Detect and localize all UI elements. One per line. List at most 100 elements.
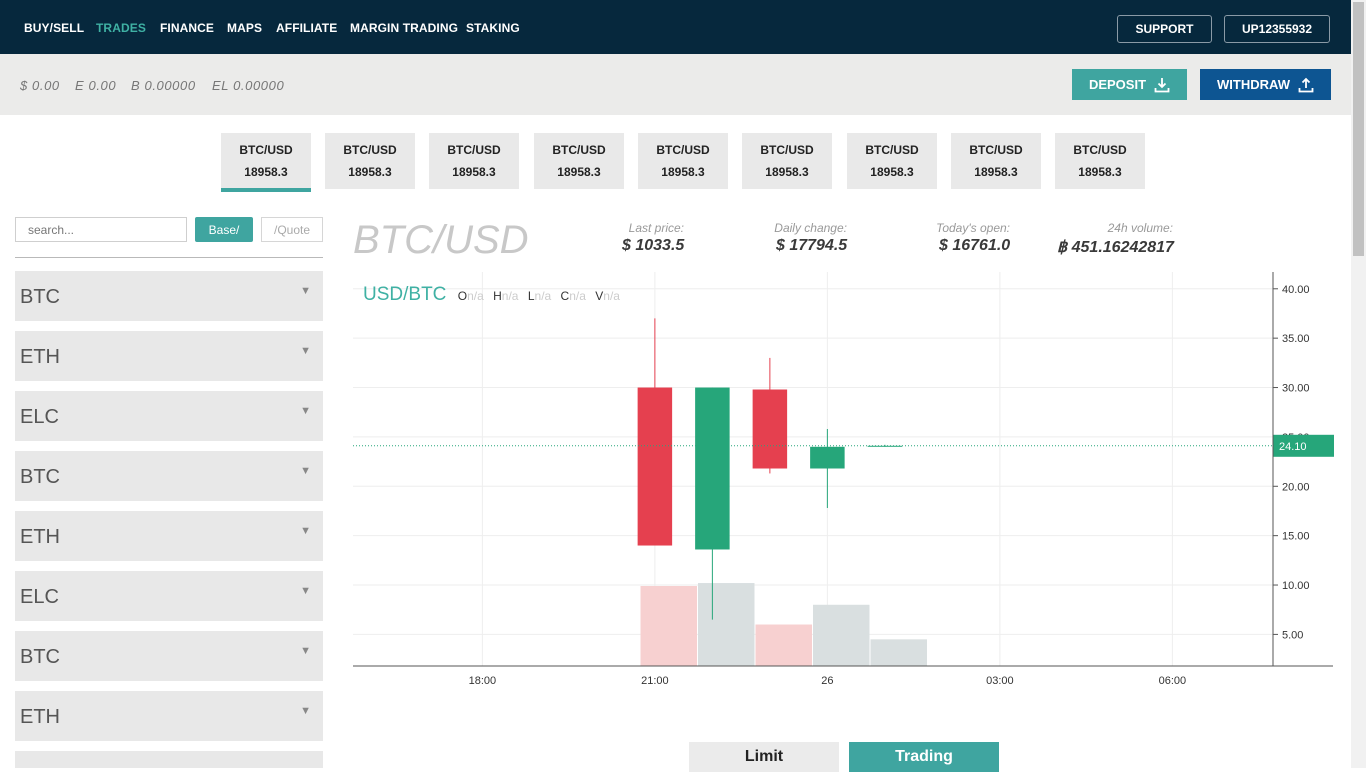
pair-tab-price: 18958.3: [348, 165, 392, 179]
pair-tab[interactable]: BTC/USD 18958.3: [429, 133, 519, 189]
pair-tab-name: BTC/USD: [1073, 143, 1127, 157]
pair-tab-price: 18958.3: [974, 165, 1018, 179]
coin-list-item[interactable]: BTC ▼: [15, 451, 323, 501]
coin-list-item[interactable]: [15, 751, 323, 768]
coin-list-item[interactable]: ETH ▼: [15, 331, 323, 381]
pair-tab-name: BTC/USD: [656, 143, 710, 157]
nav-item-staking[interactable]: STAKING: [466, 21, 520, 35]
pair-tab-name: BTC/USD: [447, 143, 501, 157]
pair-tab-price: 18958.3: [1078, 165, 1122, 179]
balance-bar: $ 0.00 E 0.00 B 0.00000 EL 0.00000 DEPOS…: [0, 54, 1351, 115]
chevron-down-icon: ▼: [300, 345, 311, 357]
volume-bar: [813, 604, 870, 666]
coin-list-item[interactable]: ETH ▼: [15, 511, 323, 561]
pair-tab[interactable]: BTC/USD 18958.3: [1055, 133, 1145, 189]
pair-tab[interactable]: BTC/USD 18958.3: [951, 133, 1041, 189]
pair-tab-price: 18958.3: [765, 165, 809, 179]
coin-label: BTC: [20, 286, 60, 308]
chart-legend-pair: USD/BTC: [363, 284, 447, 305]
market-pair-title: BTC/USD: [353, 218, 529, 262]
pair-tab[interactable]: BTC/USD 18958.3: [534, 133, 624, 189]
nav-item-buy-sell[interactable]: BUY/SELL: [24, 21, 84, 35]
price-chart[interactable]: 40.0035.0030.0025.0020.0015.0010.005.001…: [353, 272, 1334, 692]
chart-legend: USD/BTC On/a Hn/a Ln/a Cn/a Vn/a: [363, 284, 626, 306]
nav-item-finance[interactable]: FINANCE: [160, 21, 214, 35]
candle-body: [752, 389, 788, 469]
volume-bar: [698, 583, 755, 666]
current-price-label: 24.10: [1279, 441, 1307, 453]
chevron-down-icon: ▼: [300, 525, 311, 537]
x-axis-tick-label: 06:00: [1159, 675, 1187, 687]
scrollbar-thumb[interactable]: [1353, 2, 1364, 256]
pair-tab-name: BTC/USD: [865, 143, 919, 157]
coin-label: BTC: [20, 466, 60, 488]
pair-tab[interactable]: BTC/USD 18958.3: [325, 133, 415, 189]
pair-tab-price: 18958.3: [244, 165, 288, 179]
balance-elc: EL 0.00000: [212, 78, 285, 93]
y-axis-tick-label: 10.00: [1282, 580, 1310, 592]
download-icon: [1154, 77, 1170, 92]
legend-volume-value: n/a: [603, 289, 620, 303]
pair-tab[interactable]: BTC/USD 18958.3: [847, 133, 937, 189]
nav-item-trades[interactable]: TRADES: [96, 21, 146, 35]
y-axis-tick-label: 30.00: [1282, 383, 1310, 395]
nav-item-maps[interactable]: MAPS: [227, 21, 262, 35]
pair-tab-price: 18958.3: [661, 165, 705, 179]
pair-tab[interactable]: BTC/USD 18958.3: [638, 133, 728, 189]
quote-filter-button[interactable]: /Quote: [261, 217, 323, 242]
coin-list-item[interactable]: ELC ▼: [15, 571, 323, 621]
legend-open-label: O: [457, 289, 468, 303]
pair-tab-name: BTC/USD: [552, 143, 606, 157]
upload-icon: [1298, 77, 1314, 92]
coin-list-item[interactable]: ETH ▼: [15, 691, 323, 741]
legend-low-value: n/a: [534, 289, 552, 303]
daily-change-value: $ 17794.5: [776, 237, 848, 254]
pair-tab[interactable]: BTC/USD 18958.3: [221, 133, 311, 192]
chevron-down-icon: ▼: [300, 285, 311, 297]
base-filter-button[interactable]: Base/: [195, 217, 253, 242]
chevron-down-icon: ▼: [300, 405, 311, 417]
candlestick-chart-svg: 40.0035.0030.0025.0020.0015.0010.005.001…: [353, 272, 1334, 687]
withdraw-button[interactable]: WITHDRAW: [1200, 69, 1331, 100]
x-axis-tick-label: 03:00: [986, 675, 1014, 687]
pair-tab-price: 18958.3: [870, 165, 914, 179]
support-button[interactable]: SUPPORT: [1117, 15, 1212, 43]
pair-tab-price: 18958.3: [452, 165, 496, 179]
nav-item-affiliate[interactable]: AFFILIATE: [276, 21, 337, 35]
coin-label: ELC: [20, 586, 59, 608]
pair-tab-name: BTC/USD: [239, 143, 293, 157]
balance-btc: B 0.00000: [131, 78, 196, 93]
pair-tab-name: BTC/USD: [969, 143, 1023, 157]
account-button[interactable]: UP12355932: [1224, 15, 1330, 43]
top-navigation: BUY/SELL TRADES FINANCE MAPS AFFILIATE M…: [0, 0, 1351, 54]
deposit-button[interactable]: DEPOSIT: [1072, 69, 1187, 100]
coin-label: ELC: [20, 406, 59, 428]
legend-low-label: L: [527, 289, 535, 303]
coin-label: BTC: [20, 646, 60, 668]
candle-body: [695, 387, 730, 550]
candle-body: [637, 387, 673, 546]
y-axis-tick-label: 40.00: [1282, 284, 1310, 296]
volume-bar: [755, 624, 812, 666]
chevron-down-icon: ▼: [300, 465, 311, 477]
pair-tab[interactable]: BTC/USD 18958.3: [742, 133, 832, 189]
coin-list-item[interactable]: BTC ▼: [15, 271, 323, 321]
x-axis-tick-label: 18:00: [469, 675, 497, 687]
coin-list-item[interactable]: ELC ▼: [15, 391, 323, 441]
search-input[interactable]: [15, 217, 187, 242]
y-axis-tick-label: 15.00: [1282, 531, 1310, 543]
daily-change-label: Daily change:: [774, 221, 847, 235]
coin-list-item[interactable]: BTC ▼: [15, 631, 323, 681]
legend-close-label: C: [560, 289, 570, 303]
candle-body: [810, 446, 845, 469]
pair-tab-name: BTC/USD: [760, 143, 814, 157]
legend-high-label: H: [493, 289, 502, 303]
todays-open-label: Today's open:: [936, 221, 1010, 235]
coin-label: ETH: [20, 346, 60, 368]
pair-tab-price: 18958.3: [557, 165, 601, 179]
legend-close-value: n/a: [569, 289, 586, 303]
chevron-down-icon: ▼: [300, 705, 311, 717]
nav-item-margin-trading[interactable]: MARGIN TRADING: [350, 21, 458, 35]
x-axis-tick-label: 21:00: [641, 675, 669, 687]
volume-value: ฿ 451.16242817: [1057, 239, 1174, 256]
